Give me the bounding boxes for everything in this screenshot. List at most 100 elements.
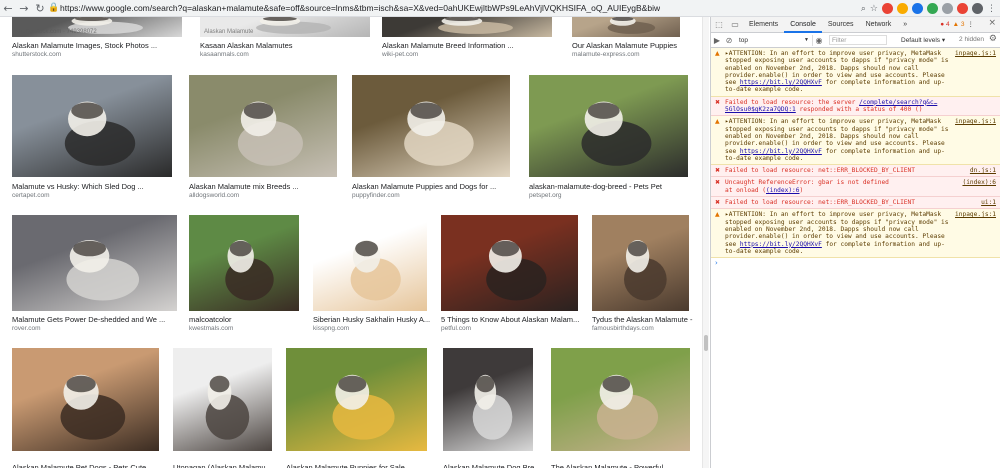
image-result-thumbnail[interactable] [189,75,337,177]
image-result-title[interactable]: malcoatcolor [189,315,309,324]
tab-sources[interactable]: Sources [822,17,860,33]
image-result-source[interactable]: kisspng.com [313,325,427,332]
back-icon[interactable]: ← [0,0,16,16]
issue-badges[interactable]: ● 4 ▲ 3 ⋮ [940,20,975,29]
image-result-thumbnail[interactable] [441,215,578,311]
message-source-link[interactable]: dn.js:1 [970,167,996,174]
message-link[interactable]: https://bit.ly/2QQHXvF [740,148,822,155]
image-result-title[interactable]: Tydus the Alaskan Malamute - [592,315,699,324]
image-result-source[interactable]: kasaanmals.com [200,51,370,58]
image-result-source[interactable]: puppyfinder.com [352,192,510,199]
image-result-thumbnail[interactable] [352,75,510,177]
image-result-thumbnail[interactable] [313,215,427,311]
reload-icon[interactable]: ↻ [32,0,48,16]
image-result-source[interactable]: alldogsworld.com [189,192,337,199]
context-selector[interactable]: top ▼ [737,34,813,46]
inspect-element-icon[interactable]: ⬚ [711,17,727,33]
message-link[interactable]: https://bit.ly/2QQHXvF [740,241,822,248]
image-result-title[interactable]: Alaskan Malamute Breed Information ... [382,41,562,50]
image-result-title[interactable]: The Alaskan Malamute - Powerful ... [551,463,700,468]
image-result-thumbnail[interactable] [592,215,689,311]
page-scrollbar[interactable] [702,17,709,468]
close-icon[interactable]: × [988,18,996,28]
image-result-title[interactable]: Alaskan Malamute Pet Dogs - Pets Cute ..… [12,463,169,468]
image-result-title[interactable]: Alaskan Malamute Dog Bre... [443,463,543,468]
chrome-menu-icon[interactable]: ⋮ [987,4,996,14]
eye-icon[interactable]: ◉ [813,32,825,48]
console-error[interactable]: ✖ dn.js:1 Failed to load resource: net::ER… [711,165,1000,178]
clear-console-icon[interactable]: ⊘ [723,32,735,48]
image-result-thumbnail[interactable] [12,348,159,451]
console-warning[interactable]: ▲ inpage.js:1 ▸ATTENTION: In an effort to … [711,209,1000,259]
message-source-link[interactable]: inpage.js:1 [955,50,996,57]
page-scrollbar-thumb[interactable] [704,335,708,351]
image-result-thumbnail[interactable] [12,215,177,311]
image-result-source[interactable]: kwestmals.com [189,325,299,332]
console-error[interactable]: ✖ (index):6 Uncaught ReferenceError: gbar … [711,177,1000,198]
message-source-link[interactable]: inpage.js:1 [955,211,996,218]
image-result-title[interactable]: Malamute vs Husky: Which Sled Dog ... [12,182,182,191]
image-result-thumbnail[interactable] [572,17,680,37]
log-levels-dropdown[interactable]: Default levels ▾ [901,36,945,44]
image-result-thumbnail[interactable]: shutterstock.com · 749398072 [12,17,182,37]
console-filter-input[interactable]: Filter [829,35,887,45]
image-result-title[interactable]: Alaskan Malamute Puppies and Dogs for ..… [352,182,520,191]
image-result-title[interactable]: 5 Things to Know About Alaskan Malam... [441,315,588,324]
image-result-thumbnail[interactable] [189,215,299,311]
gear-icon[interactable]: ⚙ [989,34,997,44]
image-result-source[interactable]: petspet.org [529,192,688,199]
image-result-title[interactable]: Alaskan Malamute mix Breeds ... [189,182,347,191]
message-link[interactable]: (index):6 [766,187,800,194]
more-tabs-icon[interactable]: » [897,17,913,33]
image-result-source[interactable]: malamute-express.com [572,51,680,58]
image-result-source[interactable]: rover.com [12,325,177,332]
message-source-link[interactable]: inpage.js:1 [955,118,996,125]
image-result-source[interactable]: petful.com [441,325,578,332]
image-result-source[interactable]: famousbirthdays.com [592,325,689,332]
message-source-link[interactable]: (index):6 [962,179,996,186]
device-toolbar-icon[interactable]: ▭ [727,17,743,33]
devtools-more-icon[interactable]: ⋮ [968,20,975,28]
image-result-title[interactable]: Alaskan Malamute Images, Stock Photos ..… [12,41,192,50]
console-error[interactable]: ✖ ui:1 Failed to load resource: net::ERR_B… [711,197,1000,210]
extension-icon-1[interactable] [897,3,908,14]
image-result-title[interactable]: Our Alaskan Malamute Puppies [572,41,690,50]
extension-icon-2[interactable] [912,3,923,14]
image-result-source[interactable]: shutterstock.com [12,51,182,58]
lock-icon[interactable]: 🔒 [48,3,60,13]
tab-elements[interactable]: Elements [743,17,784,33]
tab-console[interactable]: Console [784,17,822,33]
forward-icon[interactable]: → [16,0,32,16]
image-result-title[interactable]: Utonagan (Alaskan Malamu... [173,463,282,468]
image-result-thumbnail[interactable] [286,348,427,451]
extension-icon-0[interactable] [882,3,893,14]
tab-network[interactable]: Network [860,17,898,33]
message-link[interactable]: /complete/search?q&c…5GlOsu0$gK2za7QDQ:1 [725,99,937,113]
image-result-thumbnail[interactable] [551,348,690,451]
extension-icon-6[interactable] [972,3,983,14]
message-source-link[interactable]: ui:1 [981,199,996,206]
extension-icon-3[interactable] [927,3,938,14]
address-bar[interactable]: https://www.google.com/search?q=alaskan+… [60,3,660,13]
image-result-title[interactable]: Kasaan Alaskan Malamutes [200,41,380,50]
image-result-source[interactable]: certapet.com [12,192,172,199]
search-icon[interactable]: ⌕ [861,4,866,14]
image-result-thumbnail[interactable] [443,348,533,451]
image-result-thumbnail[interactable] [173,348,272,451]
extension-icon-4[interactable] [942,3,953,14]
image-result-title[interactable]: Siberian Husky Sakhalin Husky A... [313,315,437,324]
image-result-thumbnail[interactable] [382,17,552,37]
image-result-title[interactable]: Malamute Gets Power De-shedded and We ..… [12,315,187,324]
console-warning[interactable]: ▲ inpage.js:1 ▸ATTENTION: In an effort to … [711,48,1000,97]
console-prompt[interactable]: › [711,258,1000,269]
message-link[interactable]: https://bit.ly/2QQHXvF [740,79,822,86]
console-warning[interactable]: ▲ inpage.js:1 ▸ATTENTION: In an effort to … [711,116,1000,166]
image-result-title[interactable]: Alaskan Malamute Puppies for Sale ... [286,463,437,468]
image-result-title[interactable]: alaskan-malamute-dog-breed - Pets Pet [529,182,698,191]
image-result-thumbnail[interactable]: Alaskan Malamute [200,17,370,37]
image-result-source[interactable]: wiki-pet.com [382,51,552,58]
sidebar-toggle-icon[interactable]: ▶ [711,32,723,48]
star-icon[interactable]: ☆ [870,4,878,14]
image-result-thumbnail[interactable] [529,75,688,177]
image-result-thumbnail[interactable] [12,75,172,177]
